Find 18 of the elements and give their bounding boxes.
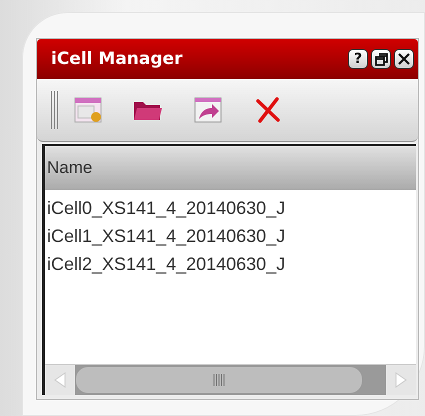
restore-button[interactable] [371, 49, 391, 69]
export-icon [194, 97, 222, 123]
close-button[interactable] [394, 49, 414, 69]
delete-icon [255, 97, 281, 123]
scroll-thumb[interactable] [75, 366, 364, 394]
window-icon [74, 97, 102, 123]
list-item[interactable]: iCell1_XS141_4_20140630_J [45, 222, 416, 250]
window-title: iCell Manager [51, 49, 184, 69]
list-item[interactable]: iCell0_XS141_4_20140630_J [45, 194, 416, 222]
left-arrow-icon[interactable] [54, 372, 66, 388]
restore-icon [374, 52, 388, 66]
right-arrow-icon[interactable] [395, 372, 407, 388]
horizontal-scrollbar[interactable] [45, 364, 416, 395]
close-icon [398, 53, 410, 65]
help-button[interactable]: ? [348, 49, 368, 69]
list-item[interactable]: iCell2_XS141_4_20140630_J [45, 250, 416, 278]
grip-icon [213, 374, 226, 386]
column-header[interactable]: Name [45, 146, 416, 190]
